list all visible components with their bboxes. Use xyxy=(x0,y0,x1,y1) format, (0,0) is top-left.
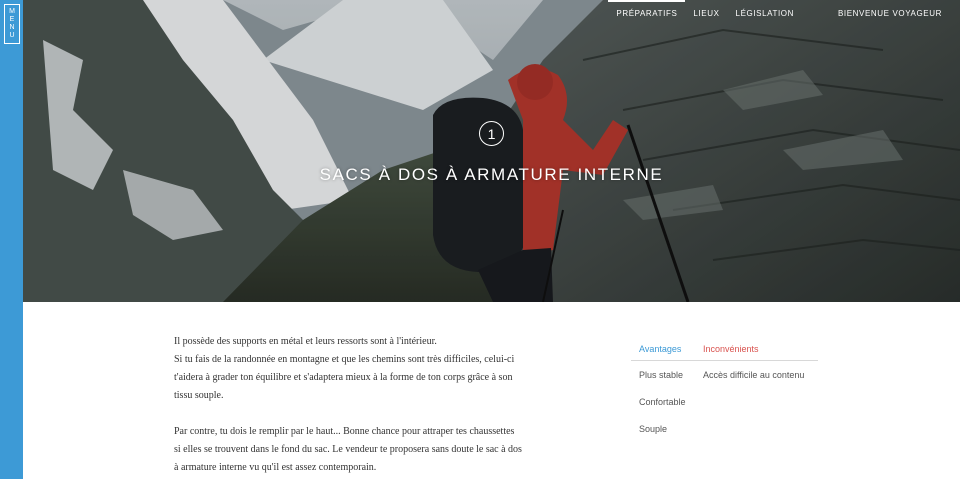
text-line: si elles se trouvent dans le fond du sac… xyxy=(174,444,522,455)
text-line: à armature interne vu qu'il est assez co… xyxy=(174,462,377,473)
pros-cons-table: Avantages Inconvénients Plus stable Accè… xyxy=(631,337,818,442)
nav-link-legislation[interactable]: Législation xyxy=(728,0,802,25)
nav-greeting[interactable]: Bienvenue voyageur xyxy=(830,0,960,25)
header-advantages: Avantages xyxy=(639,343,682,354)
header-disadvantages: Inconvénients xyxy=(703,343,759,354)
paragraph-2: Par contre, tu dois le remplir par le ha… xyxy=(174,423,554,477)
side-menu-bar: M E N U xyxy=(0,0,23,479)
text-line: Il possède des supports en métal et leur… xyxy=(174,336,437,347)
menu-letter: U xyxy=(9,32,15,39)
hero-title: Sacs à dos à armature interne xyxy=(319,165,664,184)
table-row: Confortable xyxy=(631,388,818,415)
menu-letter: N xyxy=(9,24,15,31)
advantage-cell: Confortable xyxy=(639,396,686,407)
nav-link-preparatifs[interactable]: Préparatifs xyxy=(608,0,686,25)
step-number-badge: 1 xyxy=(479,121,504,146)
disadvantage-cell: Accès difficile au contenu xyxy=(703,369,805,380)
text-line: Par contre, tu dois le remplir par le ha… xyxy=(174,426,515,437)
text-line: t'aidera à grader ton équilibre et s'ada… xyxy=(174,372,513,383)
hero-banner: Préparatifs Lieux Législation Bienvenue … xyxy=(23,0,960,302)
text-line: Si tu fais de la randonnée en montagne e… xyxy=(174,354,515,365)
table-row: Plus stable Accès difficile au contenu xyxy=(631,361,818,388)
top-navigation: Préparatifs Lieux Législation Bienvenue … xyxy=(608,0,960,24)
pros-cons-header: Avantages Inconvénients xyxy=(631,337,818,361)
text-line: tissu souple. xyxy=(174,390,224,401)
menu-button[interactable]: M E N U xyxy=(4,4,20,44)
article-body: Il possède des supports en métal et leur… xyxy=(174,333,554,479)
paragraph-1: Il possède des supports en métal et leur… xyxy=(174,333,554,405)
advantage-cell: Plus stable xyxy=(639,369,684,380)
table-row: Souple xyxy=(631,415,818,442)
menu-letter: E xyxy=(9,16,15,23)
nav-link-lieux[interactable]: Lieux xyxy=(685,0,727,25)
advantage-cell: Souple xyxy=(639,423,668,434)
menu-letter: M xyxy=(9,8,15,15)
hero-photo-hiker-mountains xyxy=(23,0,960,302)
